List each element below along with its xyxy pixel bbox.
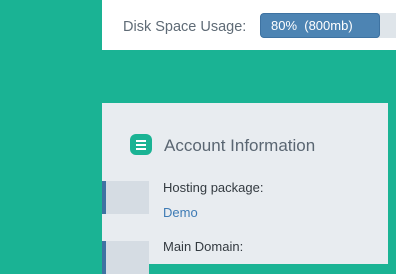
row-thumbnail xyxy=(106,241,149,274)
hosting-package-label: Hosting package: xyxy=(163,180,264,195)
main-domain-label: Main Domain: xyxy=(163,239,244,254)
account-information-panel: Account Information Hosting package: Dem… xyxy=(102,103,388,274)
disk-usage-panel: Disk Space Usage: 80% (800mb) xyxy=(102,0,396,50)
disk-usage-bar: 80% (800mb) xyxy=(260,13,396,38)
disk-usage-value: 80% (800mb) xyxy=(271,18,353,33)
disk-usage-label: Disk Space Usage: xyxy=(123,19,247,35)
hosting-package-link[interactable]: Demo xyxy=(163,205,198,220)
row-thumbnail xyxy=(106,181,149,214)
account-information-title: Account Information xyxy=(164,136,316,155)
list-icon xyxy=(130,134,152,155)
